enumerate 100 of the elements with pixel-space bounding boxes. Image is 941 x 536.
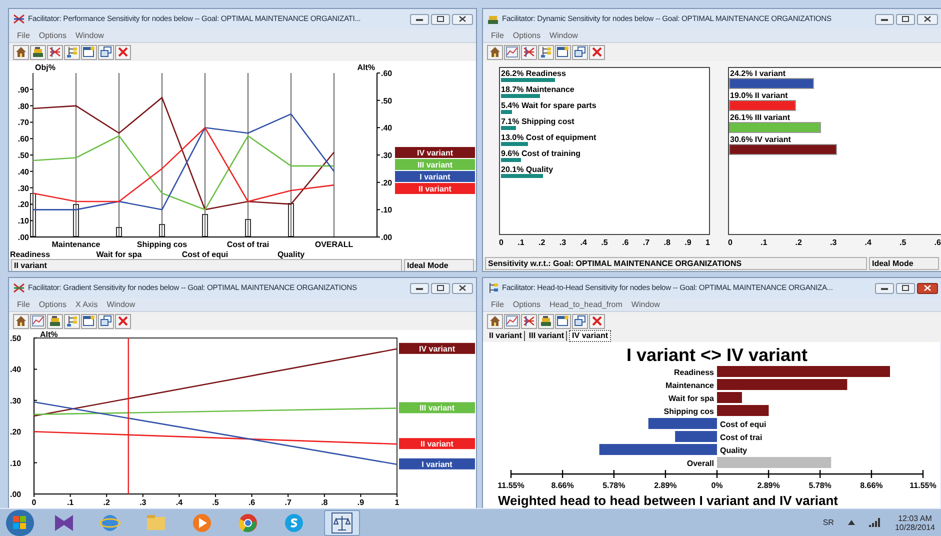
legend-item[interactable]: I variant xyxy=(395,171,475,182)
menu-item[interactable]: File xyxy=(17,30,30,42)
toolbar-button[interactable] xyxy=(81,314,97,328)
menu-item[interactable]: Options xyxy=(512,298,540,310)
close-button[interactable] xyxy=(917,282,938,294)
toolbar-button[interactable] xyxy=(64,44,80,60)
toolbar-button[interactable] xyxy=(115,314,131,328)
close-button[interactable] xyxy=(917,14,938,24)
axis-title: Weighted head to head between I variant and IV variant xyxy=(498,493,838,508)
menu-item[interactable]: File xyxy=(491,298,504,310)
close-button[interactable] xyxy=(452,14,473,24)
caret-up-icon[interactable] xyxy=(848,520,855,525)
menu-item[interactable]: File xyxy=(17,298,30,310)
clock-date[interactable]: 10/28/2014 xyxy=(894,522,935,532)
legend-item[interactable]: IV variant xyxy=(399,342,475,354)
tick-label: 0 xyxy=(32,498,36,507)
toolbar-button[interactable] xyxy=(47,314,63,328)
tick-label: .2 xyxy=(538,237,546,249)
legend-item[interactable]: II variant xyxy=(399,438,475,450)
category-label: Wait for spa xyxy=(668,394,714,403)
bar xyxy=(648,418,717,429)
tick-label: .20 xyxy=(10,428,22,437)
clock-time[interactable]: 12:03 AM xyxy=(898,514,932,522)
menu-item[interactable]: File xyxy=(491,30,504,42)
tick-label: .1 xyxy=(518,237,524,249)
close-icon xyxy=(459,285,466,291)
toolbar-button[interactable] xyxy=(589,44,605,60)
toolbar-button[interactable] xyxy=(115,44,131,60)
toolbar-button[interactable] xyxy=(538,314,554,328)
signal-icon[interactable] xyxy=(868,518,881,527)
toolbar-button[interactable] xyxy=(572,44,588,60)
tick-label: .9 xyxy=(684,237,692,249)
toolbar-button[interactable] xyxy=(64,314,80,328)
toolbar-button[interactable] xyxy=(81,44,97,60)
toolbar-button[interactable] xyxy=(47,44,63,60)
menu-item[interactable]: Window xyxy=(75,30,104,42)
toolbar-button[interactable] xyxy=(555,314,571,328)
menu-item[interactable]: Window xyxy=(549,30,578,42)
minimize-button[interactable] xyxy=(410,282,429,294)
toolbar-button[interactable] xyxy=(589,314,605,328)
tick-label: .00 xyxy=(381,233,392,242)
toolbar-button[interactable] xyxy=(504,314,520,328)
toolbar-button[interactable] xyxy=(555,44,571,60)
menu-item[interactable]: Options xyxy=(38,30,66,42)
minimize-button[interactable] xyxy=(410,14,429,24)
toolbar-button[interactable] xyxy=(13,314,29,328)
stack-icon xyxy=(49,315,61,327)
tick-label: 1 xyxy=(394,498,400,507)
menu-item[interactable]: Options xyxy=(512,30,540,42)
alternative-label: 26.1% III variant xyxy=(729,113,792,122)
toolbar-button[interactable] xyxy=(538,44,554,60)
menu-item[interactable]: Window xyxy=(631,298,660,310)
tick-label: 2.89% xyxy=(654,481,677,490)
toolbar-button[interactable] xyxy=(521,44,537,60)
legend-item[interactable]: IV variant xyxy=(395,147,475,158)
taskbar-button[interactable] xyxy=(324,510,360,536)
toolbar-button[interactable] xyxy=(572,314,588,328)
close-button[interactable] xyxy=(452,282,473,294)
toolbar-button[interactable] xyxy=(98,314,114,328)
menu-item[interactable]: Window xyxy=(106,298,136,310)
maximize-button[interactable] xyxy=(896,282,915,294)
panel-icon xyxy=(83,315,95,327)
category-label: Cost of trai xyxy=(226,240,270,249)
toolbar-button[interactable] xyxy=(487,44,503,60)
home-icon xyxy=(489,315,501,327)
tab[interactable]: II variant xyxy=(487,331,525,341)
toolbar-button[interactable] xyxy=(521,314,537,328)
home-icon xyxy=(15,46,27,58)
legend-item[interactable]: I variant xyxy=(399,458,475,470)
tick-label: .5 xyxy=(601,237,608,249)
toolbar-button[interactable] xyxy=(98,44,114,60)
tab[interactable]: IV variant xyxy=(569,330,612,342)
close-icon xyxy=(117,46,129,58)
tick-label: .30 xyxy=(18,184,29,193)
maximize-button[interactable] xyxy=(431,282,450,294)
chart-icon xyxy=(32,315,44,327)
toolbar-button[interactable] xyxy=(30,44,46,60)
tick-label: .8 xyxy=(321,498,328,507)
menu-item[interactable]: Options xyxy=(38,298,66,310)
maximize-button[interactable] xyxy=(431,14,450,24)
tab[interactable]: III variant xyxy=(526,331,568,341)
menu-item[interactable]: Head_to_head_from xyxy=(549,298,622,310)
minimize-button[interactable] xyxy=(875,14,894,24)
toolbar-button[interactable] xyxy=(30,314,46,328)
toolbar-button[interactable] xyxy=(504,44,520,60)
chart-title: I variant <> IV variant xyxy=(626,345,808,365)
maximize-button[interactable] xyxy=(896,14,915,24)
tick-label: .30 xyxy=(10,396,22,406)
menu-item[interactable]: X Axis xyxy=(75,298,98,310)
objective-label: 7.1% Shipping cost xyxy=(501,117,576,126)
toolbar-button[interactable] xyxy=(13,44,29,60)
tick-label: .40 xyxy=(381,124,392,133)
legend-item[interactable]: II variant xyxy=(395,183,475,194)
category-label: Readiness xyxy=(10,250,50,259)
windows-icon xyxy=(100,315,112,327)
crossing-lines-icon xyxy=(13,13,25,25)
start-button[interactable] xyxy=(6,510,34,536)
toolbar-button[interactable] xyxy=(487,314,503,328)
language-indicator[interactable]: SR xyxy=(822,516,834,528)
minimize-button[interactable] xyxy=(875,282,894,294)
